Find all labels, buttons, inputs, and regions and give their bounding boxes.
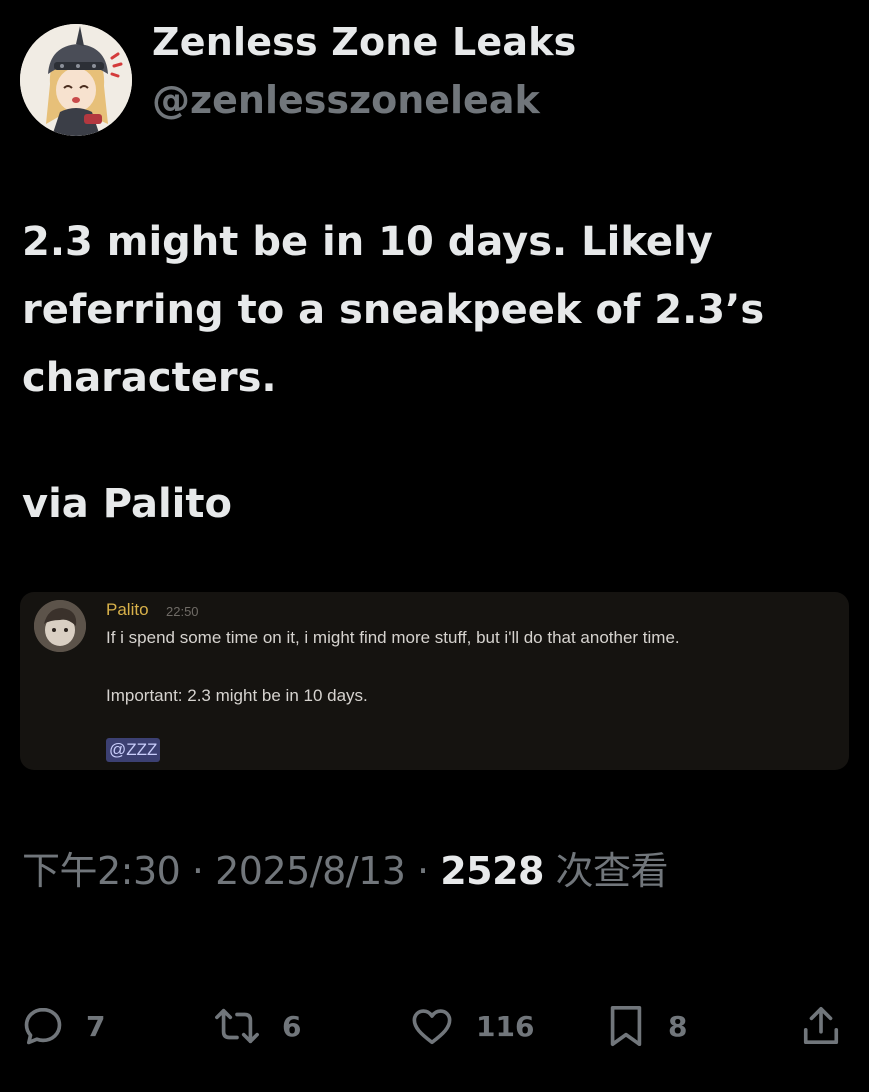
tweet-text-line: characters. <box>22 355 277 401</box>
share-icon <box>803 1007 839 1045</box>
tweet-via-line: via Palito <box>22 481 232 527</box>
bookmark-count: 8 <box>668 1009 688 1043</box>
heart-icon <box>412 1009 452 1045</box>
meta-separator: · <box>180 849 216 893</box>
bookmark-button[interactable]: 8 <box>604 1002 687 1050</box>
share-button[interactable] <box>800 1002 842 1050</box>
meta-separator: · <box>405 849 441 893</box>
embed-mention: @ZZZ <box>106 738 161 762</box>
embed-avatar <box>34 600 86 652</box>
embed-message-line: Important: 2.3 might be in 10 days. <box>106 686 368 705</box>
tweet-meta: 下午2:30 · 2025/8/13 · 2528 次查看 <box>22 840 669 895</box>
embed-avatar-image <box>34 600 86 652</box>
author-handle[interactable]: @zenlesszoneleak <box>152 78 540 122</box>
views-count: 2528 <box>440 849 544 893</box>
author-display-name[interactable]: Zenless Zone Leaks <box>152 20 576 64</box>
reply-icon <box>24 1007 62 1045</box>
repost-count: 6 <box>282 1009 302 1043</box>
embed-author-name: Palito <box>106 600 149 619</box>
avatar-image <box>20 24 132 136</box>
views-label: 次查看 <box>543 849 669 893</box>
tweet-media-image[interactable]: Palito 22:50 If i spend some time on it,… <box>20 592 849 770</box>
tweet-text: 2.3 might be in 10 days. Likely referrin… <box>22 208 852 412</box>
tweet-time[interactable]: 下午2:30 <box>22 849 181 893</box>
like-button[interactable]: 116 <box>408 1002 534 1050</box>
embed-message-line: If i spend some time on it, i might find… <box>106 628 680 647</box>
embed-timestamp: 22:50 <box>166 604 199 619</box>
tweet-date[interactable]: 2025/8/13 <box>215 849 406 893</box>
like-count: 116 <box>476 1009 535 1043</box>
tweet-text-line: 2.3 might be in 10 days. Likely <box>22 219 713 265</box>
reply-button[interactable]: 7 <box>20 1002 105 1050</box>
reply-count: 7 <box>86 1009 106 1043</box>
author-avatar[interactable] <box>20 24 132 136</box>
repost-icon <box>215 1008 259 1044</box>
repost-button[interactable]: 6 <box>212 1002 301 1050</box>
tweet-text-line: referring to a sneakpeek of 2.3’s <box>22 287 765 333</box>
bookmark-icon <box>610 1005 642 1047</box>
